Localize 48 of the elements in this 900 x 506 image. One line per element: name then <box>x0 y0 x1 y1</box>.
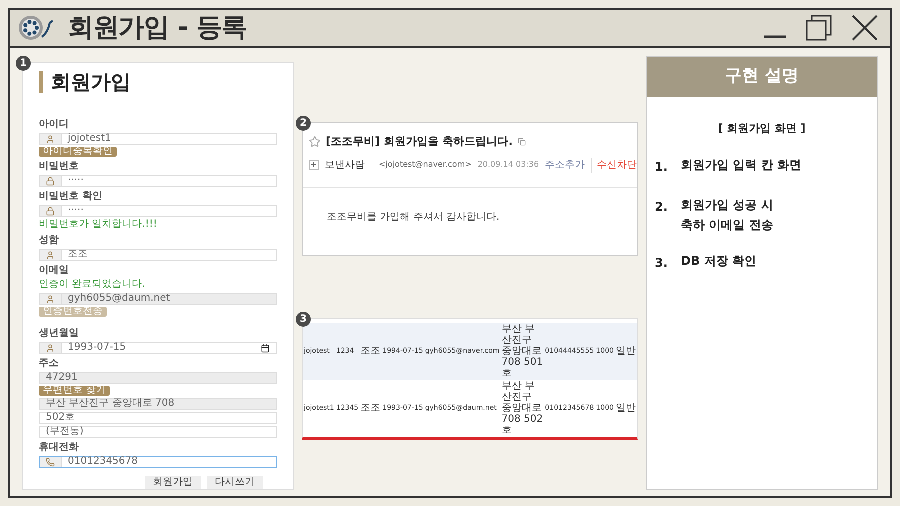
field-label: 주소 <box>39 358 60 370</box>
table-cell: 부산 부산진구 중앙대로 708 502호 <box>500 380 544 437</box>
email-body: 조조무비를 가입해 주셔서 감사합니다. <box>326 210 501 224</box>
form-title: 회원가입 <box>39 71 277 93</box>
table-cell: 부산 부산진구 중앙대로 708 501호 <box>500 323 544 380</box>
field-label: 성함 <box>39 235 60 247</box>
input-field[interactable]: 조조 <box>39 249 277 261</box>
item-number: 3. <box>655 254 669 272</box>
table-cell: 조조 <box>360 380 382 437</box>
input-field[interactable]: ····· <box>39 205 277 217</box>
item-number: 1. <box>655 158 669 176</box>
step-number-badge: 1 <box>16 56 31 71</box>
table-cell: 일반 <box>615 380 637 437</box>
item-number: 2. <box>655 198 669 216</box>
status-message: 인증이 완료되었습니다. <box>39 279 146 291</box>
input-field[interactable]: 1993-07-15 <box>39 342 277 354</box>
window-title: 회원가입 - 등록 <box>68 12 248 44</box>
table-cell: 조조 <box>360 323 382 380</box>
email-subject: [조조무비] 회원가입을 축하드립니다. <box>326 134 513 150</box>
input-field[interactable]: jojotest1 <box>39 133 277 145</box>
item-text: 회원가입 성공 시 <box>681 198 774 212</box>
form-button[interactable]: 아이디중복확인 <box>39 147 117 157</box>
status-message: 비밀번호가 일치합니다.!!! <box>39 219 158 231</box>
input-field[interactable]: ····· <box>39 175 277 187</box>
form-action-button[interactable]: 다시쓰기 <box>207 476 263 489</box>
panel-title: 구현 설명 <box>725 65 799 88</box>
input-field[interactable]: (부전동) <box>39 426 277 438</box>
sender-address: <jojotest@naver.com> <box>379 159 472 171</box>
item-text: 축하 이메일 전송 <box>681 218 774 232</box>
field-label: 아이디 <box>39 119 70 131</box>
input-field[interactable]: 502호 <box>39 412 277 424</box>
step-number-badge: 3 <box>296 312 311 327</box>
field-label: 이메일 <box>39 265 70 277</box>
sender-label: 보낸사람 <box>325 158 365 172</box>
field-label: 휴대전화 <box>39 442 80 454</box>
form-action-button[interactable]: 회원가입 <box>145 476 201 489</box>
table-cell: 일반 <box>615 323 637 380</box>
email-action-link[interactable]: 수신차단 <box>591 158 638 172</box>
item-text: 회원가입 입력 칸 화면 <box>681 158 802 172</box>
email-action-link[interactable]: 주소추가 <box>545 158 586 172</box>
field-label: 생년월일 <box>39 328 80 340</box>
input-field[interactable]: 01012345678 <box>39 456 277 468</box>
field-label: 비밀번호 확인 <box>39 191 104 203</box>
panel-subtitle: [ 회원가입 화면 ] <box>717 121 807 137</box>
field-label: 비밀번호 <box>39 161 80 173</box>
step-number-badge: 2 <box>296 116 311 131</box>
item-text: DB 저장 확인 <box>681 254 756 268</box>
email-date: 20.09.14 03:36 <box>478 159 540 171</box>
